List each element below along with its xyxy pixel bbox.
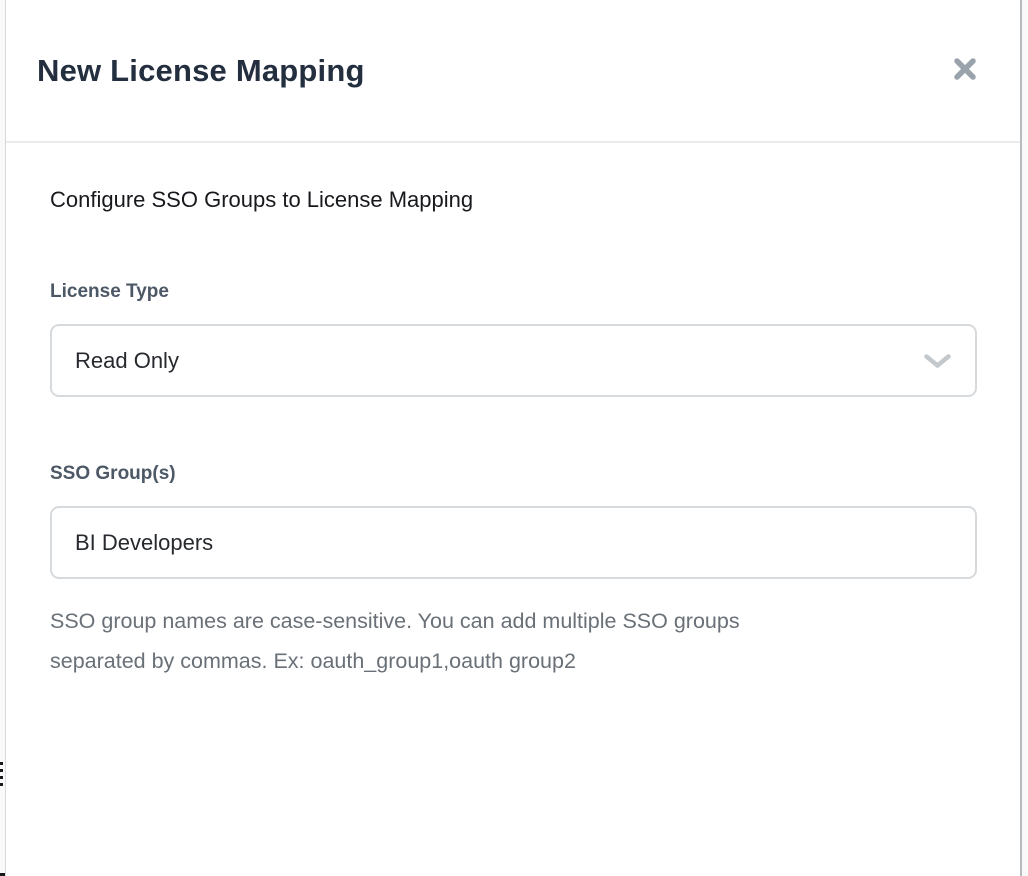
- modal-subtitle: Configure SSO Groups to License Mapping: [50, 185, 976, 215]
- sso-groups-help-line-1: SSO group names are case-sensitive. You …: [50, 601, 976, 641]
- sso-groups-label: SSO Group(s): [50, 461, 976, 487]
- modal-body: Configure SSO Groups to License Mapping …: [6, 143, 1020, 681]
- sso-groups-help-text: SSO group names are case-sensitive. You …: [50, 601, 976, 681]
- new-license-mapping-screen: New License Mapping Configure SSO Groups…: [0, 0, 1028, 876]
- close-button[interactable]: [948, 54, 982, 88]
- background-page-right-sliver: [1022, 0, 1028, 876]
- license-type-label: License Type: [50, 279, 976, 305]
- modal-title: New License Mapping: [37, 53, 365, 89]
- sso-groups-help-line-2: separated by commas. Ex: oauth_group1,oa…: [50, 641, 976, 681]
- license-type-selected-value: Read Only: [75, 348, 179, 374]
- new-license-mapping-modal: New License Mapping Configure SSO Groups…: [5, 0, 1022, 876]
- license-type-select[interactable]: Read Only: [50, 324, 977, 397]
- close-icon: [950, 54, 980, 87]
- modal-header: New License Mapping: [6, 0, 1020, 143]
- chevron-down-icon: [924, 354, 951, 369]
- clipped-list-icon: [0, 762, 3, 790]
- sso-groups-input[interactable]: [50, 506, 977, 579]
